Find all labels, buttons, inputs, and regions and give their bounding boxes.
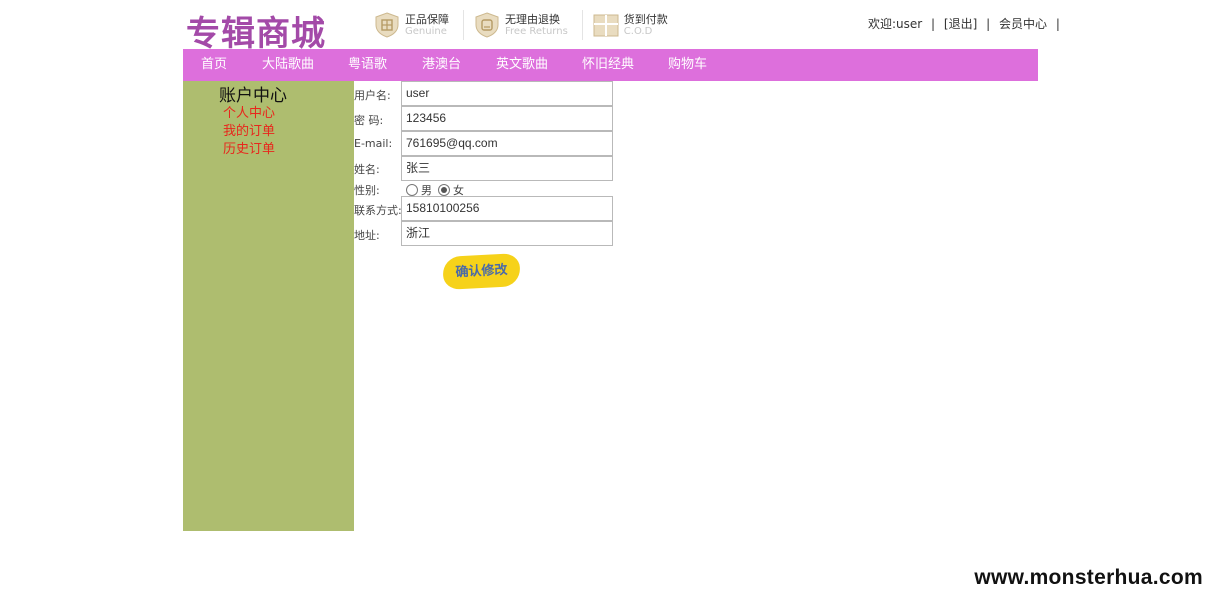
nav-item-mainland[interactable]: 大陆歌曲 bbox=[262, 49, 314, 81]
phone-label: 联系方式: bbox=[354, 204, 402, 217]
logout-link[interactable]: [退出] bbox=[944, 17, 977, 31]
sidebar-item-my-orders[interactable]: 我的订单 bbox=[223, 120, 275, 139]
nav-item-classics[interactable]: 怀旧经典 bbox=[582, 49, 634, 81]
radio-unchecked-icon[interactable] bbox=[406, 184, 418, 196]
guarantee-subtitle: Genuine bbox=[405, 25, 447, 37]
phone-field[interactable]: 15810100256 bbox=[401, 196, 613, 221]
confirm-edit-button[interactable]: 确认修改 bbox=[442, 253, 521, 290]
guarantee-returns: 无理由退换 Free Returns bbox=[474, 10, 583, 40]
nav-item-cantonese[interactable]: 粤语歌 bbox=[348, 49, 387, 81]
sidebar-item-order-history[interactable]: 历史订单 bbox=[223, 138, 275, 157]
guarantee-title: 无理由退换 bbox=[505, 12, 560, 26]
guarantee-title: 货到付款 bbox=[623, 12, 668, 26]
gender-label: 性别: bbox=[354, 184, 380, 197]
nav-item-english[interactable]: 英文歌曲 bbox=[496, 49, 548, 81]
user-toolbar: 欢迎:user | [退出] | 会员中心 | bbox=[868, 15, 1065, 32]
password-label: 密 码: bbox=[354, 114, 384, 127]
name-field[interactable]: 张三 bbox=[401, 156, 613, 181]
name-label: 姓名: bbox=[354, 163, 380, 176]
shield-return-icon bbox=[475, 12, 499, 38]
address-field[interactable]: 浙江 bbox=[401, 221, 613, 246]
username-field[interactable]: user bbox=[401, 81, 613, 106]
password-field[interactable]: 123456 bbox=[401, 106, 613, 131]
guarantee-subtitle: C.O.D bbox=[623, 25, 653, 37]
nav-item-hk-macau-tw[interactable]: 港澳台 bbox=[422, 49, 461, 81]
watermark-text: www.monsterhua.com bbox=[974, 566, 1203, 589]
address-label: 地址: bbox=[354, 229, 380, 242]
email-label: E-mail: bbox=[354, 137, 393, 150]
logo-text: 专辑商城 bbox=[186, 14, 326, 54]
guarantee-title: 正品保障 bbox=[405, 12, 449, 26]
username-label: 用户名: bbox=[354, 89, 391, 102]
main-nav: 首页 大陆歌曲 粤语歌 港澳台 英文歌曲 怀旧经典 购物车 bbox=[183, 49, 1038, 81]
separator: | bbox=[986, 17, 991, 31]
welcome-text: 欢迎:user bbox=[868, 17, 923, 31]
guarantee-badges: 正品保障 Genuine 无理由退换 Free Returns 货到付款 C.O… bbox=[374, 10, 692, 40]
nav-item-home[interactable]: 首页 bbox=[201, 49, 227, 81]
nav-item-cart[interactable]: 购物车 bbox=[668, 49, 707, 81]
separator: | bbox=[931, 17, 936, 31]
site-logo[interactable]: 专辑商城 bbox=[186, 6, 326, 55]
email-field[interactable]: 761695@qq.com bbox=[401, 131, 613, 156]
member-center-link[interactable]: 会员中心 bbox=[999, 17, 1047, 31]
package-icon bbox=[593, 14, 619, 37]
shield-yin-icon bbox=[375, 12, 399, 38]
radio-checked-icon[interactable] bbox=[438, 184, 450, 196]
separator: | bbox=[1055, 17, 1060, 31]
guarantee-subtitle: Free Returns bbox=[505, 25, 568, 37]
guarantee-cod: 货到付款 C.O.D bbox=[593, 10, 682, 40]
guarantee-genuine: 正品保障 Genuine bbox=[374, 10, 464, 40]
account-sidebar: 账户中心 个人中心 我的订单 历史订单 bbox=[183, 81, 354, 531]
sidebar-item-personal-center[interactable]: 个人中心 bbox=[223, 102, 275, 121]
